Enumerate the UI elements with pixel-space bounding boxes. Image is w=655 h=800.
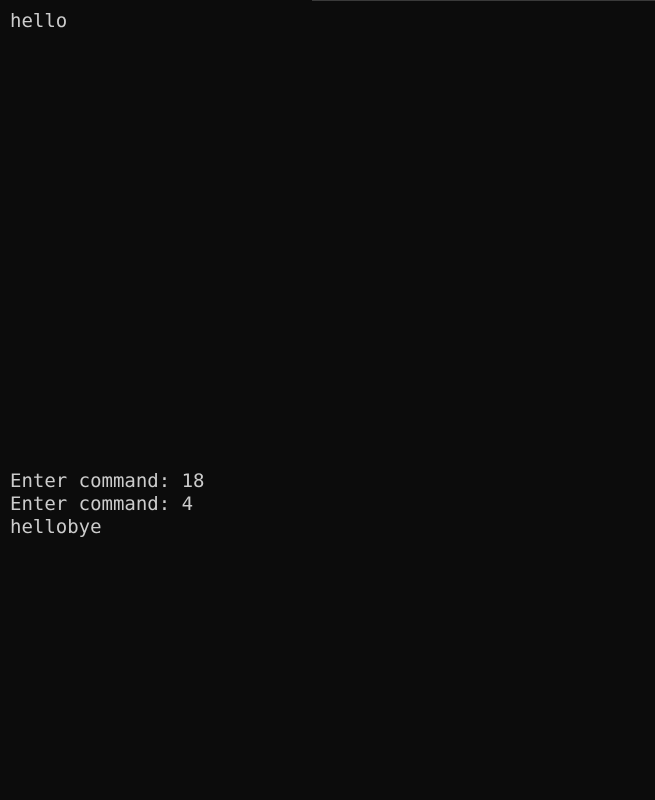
- terminal-output-line: hello: [10, 10, 68, 32]
- window-top-border: [312, 0, 655, 1]
- terminal-window[interactable]: hello Enter command: 18 Enter command: 4…: [0, 0, 655, 800]
- terminal-output-line: hellobye: [10, 516, 102, 538]
- terminal-output-line: Enter command: 4: [10, 493, 194, 515]
- terminal-output-line: Enter command: 18: [10, 470, 205, 492]
